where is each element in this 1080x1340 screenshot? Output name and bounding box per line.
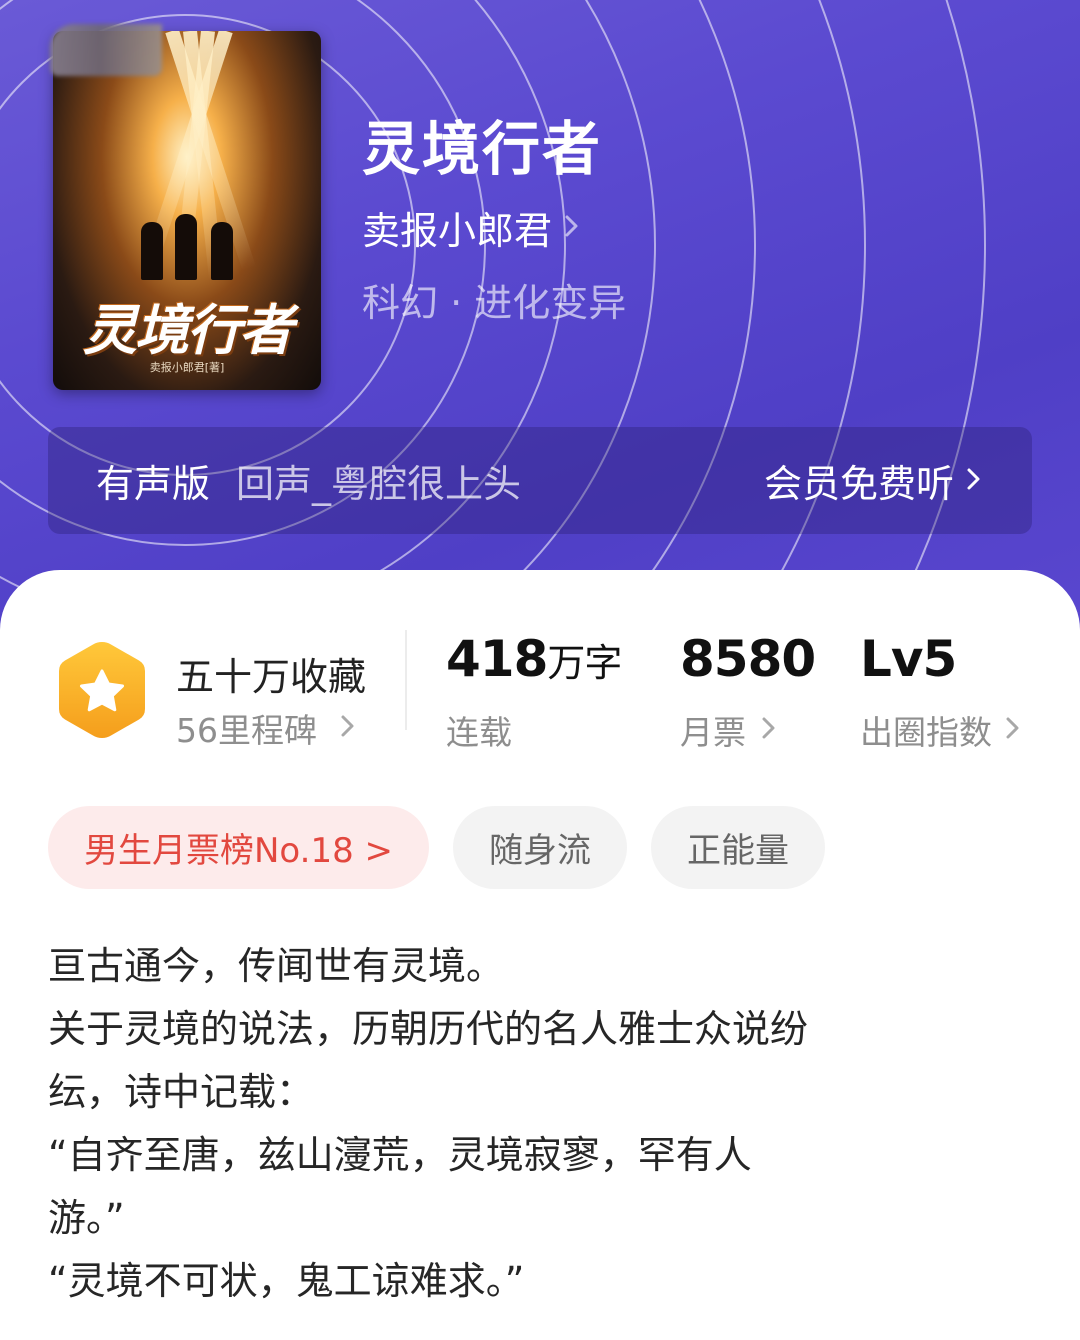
word-count-stat: 418万字 连载: [446, 634, 622, 754]
author-name: 卖报小郎君: [362, 209, 553, 253]
book-synopsis[interactable]: 亘古通今，传闻世有灵境。 关于灵境的说法，历朝历代的名人雅士众说纷 纭，诗中记载…: [48, 935, 978, 1313]
synopsis-line: “自齐至唐，兹山濅荒，灵境寂寥，罕有人: [48, 1133, 752, 1177]
word-count-unit: 万字: [547, 641, 622, 685]
chevron-right-icon: [562, 211, 582, 245]
star-hexagon-icon[interactable]: [55, 638, 149, 746]
stats-divider: [405, 630, 407, 730]
monthly-votes-stat[interactable]: 8580 月票: [680, 630, 816, 754]
book-detail-page: 灵境行者 卖报小郎君[著] 灵境行者 卖报小郎君 科幻 · 进化变异 有声版 回…: [0, 0, 1080, 1340]
synopsis-line: 关于灵境的说法，历朝历代的名人雅士众说纷: [48, 1007, 809, 1051]
influence-index-value: Lv5: [860, 630, 957, 688]
cover-title-art: 灵境行者: [83, 298, 293, 362]
cover-author-credit: 卖报小郎君[著]: [149, 361, 225, 374]
author-link[interactable]: 卖报小郎君: [362, 200, 582, 255]
tag-list: 男生月票榜No.18 > 随身流 正能量: [48, 806, 849, 889]
chevron-right-icon: [964, 459, 984, 503]
milestone-count: 56里程碑: [176, 711, 317, 750]
book-header: 灵境行者 卖报小郎君[著] 灵境行者 卖报小郎君 科幻 · 进化变异 有声版 回…: [0, 0, 1080, 640]
ranking-tag[interactable]: 男生月票榜No.18 >: [48, 806, 430, 889]
tag-chip[interactable]: 随身流: [453, 806, 628, 889]
member-free-listen-button[interactable]: 会员免费听: [764, 453, 984, 508]
chevron-right-icon: [339, 709, 357, 748]
synopsis-line: “灵境不可状，鬼工谅难求。”: [48, 1259, 525, 1303]
serial-status-label: 连载: [446, 713, 512, 752]
influence-index-label: 出圈指数: [860, 713, 992, 752]
audio-version-label: 有声版: [96, 462, 211, 506]
member-free-listen-label: 会员免费听: [763, 462, 954, 506]
book-title: 灵境行者: [362, 115, 603, 183]
collection-milestone-title: 五十万收藏: [176, 655, 367, 699]
tag-chip[interactable]: 正能量: [651, 806, 826, 889]
book-info-card: 五十万收藏 56里程碑 418万字 连载 8580 月票 Lv5 出圈指数 男生…: [0, 570, 1080, 1340]
book-cover-image[interactable]: 灵境行者 卖报小郎君[著]: [53, 31, 321, 390]
influence-index-stat[interactable]: Lv5 出圈指数: [860, 634, 1022, 754]
chevron-right-icon: [760, 711, 778, 750]
synopsis-line: 亘古通今，传闻世有灵境。: [48, 944, 505, 988]
audio-narrator: 回声_粤腔很上头: [236, 462, 522, 506]
audio-version-bar[interactable]: 有声版 回声_粤腔很上头 会员免费听: [48, 427, 1032, 534]
synopsis-line: 纭，诗中记载：: [48, 1070, 315, 1114]
synopsis-line: 游。”: [48, 1196, 125, 1240]
blurred-badge: [50, 24, 162, 76]
chevron-right-icon: [1004, 711, 1022, 750]
monthly-votes-value: 8580: [680, 630, 816, 688]
genre-label: 科幻 · 进化变异: [362, 281, 627, 325]
milestone-link[interactable]: 56里程碑: [176, 704, 357, 752]
monthly-votes-label: 月票: [680, 713, 746, 752]
word-count-value: 418: [446, 630, 548, 688]
